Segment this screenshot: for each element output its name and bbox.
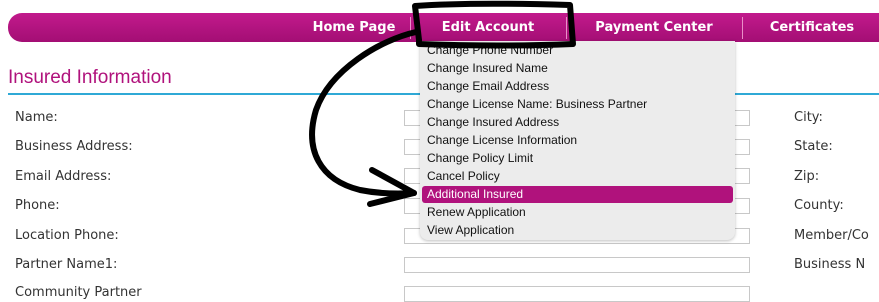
partner-name1-label: Partner Name1:	[15, 257, 118, 272]
name-label: Name:	[15, 110, 58, 125]
email-address-label: Email Address:	[15, 169, 112, 184]
menu-item-additional-insured[interactable]: Additional Insured	[422, 186, 733, 203]
menu-item-change-license-information[interactable]: Change License Information	[422, 132, 733, 149]
menu-item-cancel-policy[interactable]: Cancel Policy	[422, 168, 733, 185]
section-title: Insured Information	[8, 67, 172, 88]
nav-edit-account[interactable]: Edit Account	[413, 13, 563, 42]
menu-item-view-application[interactable]: View Application	[422, 222, 733, 239]
top-nav-bar: Home Page Edit Account Payment Center Ce…	[8, 13, 879, 42]
zip-label: Zip:	[794, 169, 820, 184]
community-partner-label: Community Partner	[15, 285, 142, 300]
nav-separator	[566, 17, 567, 39]
partner-name1-field[interactable]	[404, 257, 750, 273]
nav-separator	[410, 17, 411, 39]
menu-item-change-license-name[interactable]: Change License Name: Business Partner	[422, 96, 733, 113]
nav-certificates[interactable]: Certificates	[745, 13, 879, 42]
nav-payment-center[interactable]: Payment Center	[569, 13, 739, 42]
county-label: County:	[794, 198, 844, 213]
state-label: State:	[794, 139, 833, 154]
menu-item-renew-application[interactable]: Renew Application	[422, 204, 733, 221]
annotation-arrow	[309, 29, 419, 197]
menu-item-change-insured-name[interactable]: Change Insured Name	[422, 60, 733, 77]
phone-label: Phone:	[15, 198, 60, 213]
business-address-label: Business Address:	[15, 139, 133, 154]
location-phone-label: Location Phone:	[15, 228, 119, 243]
menu-item-change-insured-address[interactable]: Change Insured Address	[422, 114, 733, 131]
member-label: Member/Co	[794, 228, 869, 243]
nav-home-page[interactable]: Home Page	[298, 13, 410, 42]
nav-separator	[742, 17, 743, 39]
menu-item-change-phone-number[interactable]: Change Phone Number	[422, 42, 733, 59]
community-partner-field[interactable]	[404, 286, 750, 302]
menu-item-change-policy-limit[interactable]: Change Policy Limit	[422, 150, 733, 167]
city-label: City:	[794, 110, 823, 125]
edit-account-dropdown: Change Phone Number Change Insured Name …	[420, 41, 735, 240]
menu-item-change-email-address[interactable]: Change Email Address	[422, 78, 733, 95]
business-label: Business N	[794, 257, 866, 272]
